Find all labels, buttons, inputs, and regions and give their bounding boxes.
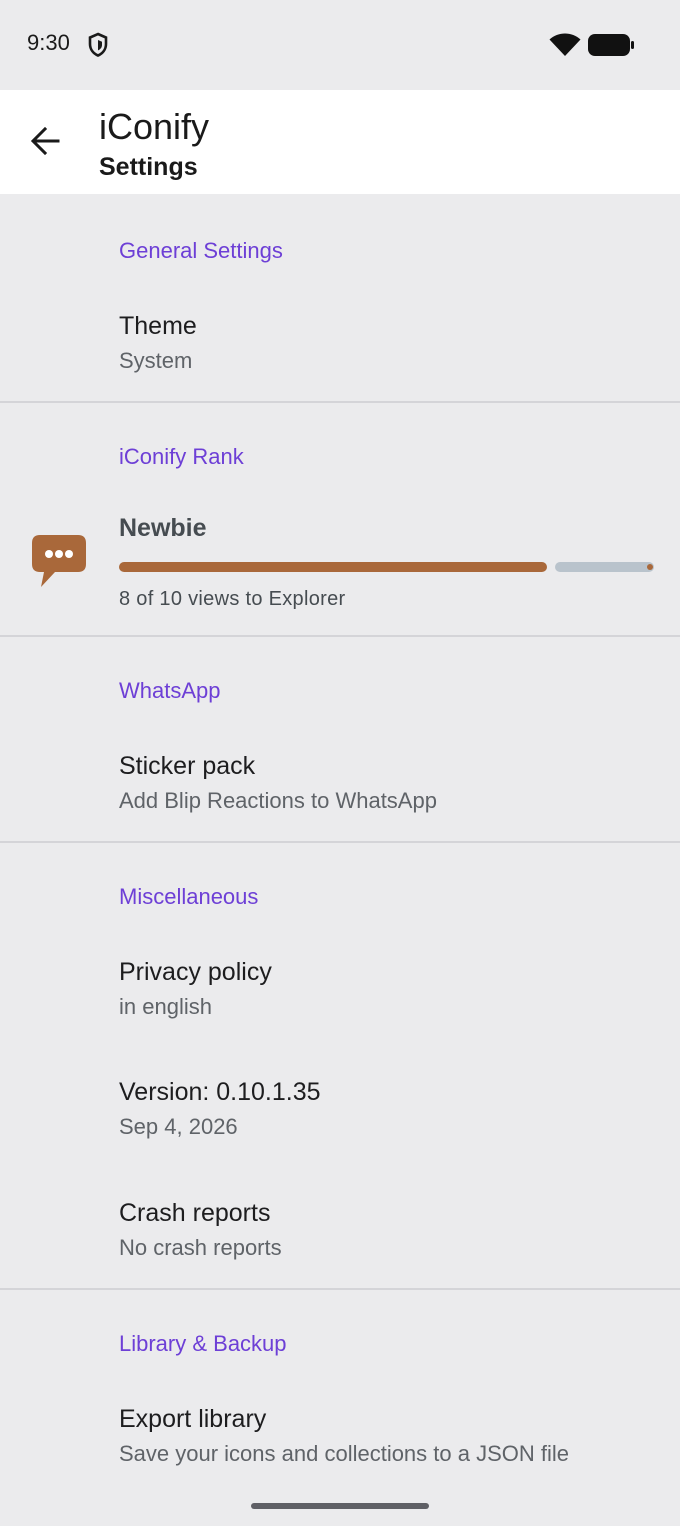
progress-end-dot — [647, 564, 653, 570]
pref-crash-title: Crash reports — [119, 1199, 271, 1227]
page-title: Settings — [99, 153, 198, 181]
rank-progress-remaining — [555, 562, 654, 572]
pref-version-summary: Sep 4, 2026 — [119, 1114, 238, 1139]
app-title: iConify — [99, 106, 210, 147]
divider — [0, 635, 680, 637]
pref-sticker-summary: Add Blip Reactions to WhatsApp — [119, 788, 437, 813]
rank-progress-bar — [119, 562, 654, 572]
back-arrow-icon[interactable] — [30, 126, 60, 160]
pref-sticker-title: Sticker pack — [119, 752, 256, 780]
status-bar: 9:30 — [0, 0, 680, 90]
pref-privacy-policy[interactable]: Privacy policy in english — [0, 958, 680, 1028]
wifi-icon — [549, 33, 581, 62]
pref-crash-summary: No crash reports — [119, 1235, 282, 1260]
divider — [0, 841, 680, 843]
pref-theme[interactable]: Theme System — [0, 312, 680, 382]
rank-summary: 8 of 10 views to Explorer — [119, 588, 346, 610]
pref-theme-title: Theme — [119, 312, 197, 340]
section-header-misc: Miscellaneous — [119, 884, 259, 909]
pref-crash-reports[interactable]: Crash reports No crash reports — [0, 1199, 680, 1269]
status-time: 9:30 — [27, 30, 70, 55]
section-header-general: General Settings — [119, 238, 283, 263]
pref-version[interactable]: Version: 0.10.1.35 Sep 4, 2026 — [0, 1078, 680, 1148]
home-indicator[interactable] — [251, 1503, 429, 1509]
rank-progress-fill — [119, 562, 547, 572]
pref-theme-summary: System — [119, 348, 193, 373]
pref-privacy-summary: in english — [119, 994, 212, 1019]
pref-export-summary: Save your icons and collections to a JSO… — [119, 1441, 570, 1466]
pref-privacy-title: Privacy policy — [119, 958, 272, 986]
divider — [0, 1288, 680, 1290]
pref-export-title: Export library — [119, 1405, 267, 1433]
pref-version-title: Version: 0.10.1.35 — [119, 1078, 321, 1106]
section-header-rank: iConify Rank — [119, 444, 244, 469]
divider — [0, 401, 680, 403]
section-header-whatsapp: WhatsApp — [119, 678, 221, 703]
speech-bubble-icon — [30, 533, 88, 594]
pref-sticker-pack[interactable]: Sticker pack Add Blip Reactions to Whats… — [0, 752, 680, 822]
pref-export-library[interactable]: Export library Save your icons and colle… — [0, 1405, 680, 1475]
battery-icon — [588, 34, 636, 61]
rank-level: Newbie — [119, 514, 207, 542]
app-bar: iConify Settings — [0, 90, 680, 194]
shield-icon — [87, 32, 109, 63]
section-header-library: Library & Backup — [119, 1331, 287, 1356]
